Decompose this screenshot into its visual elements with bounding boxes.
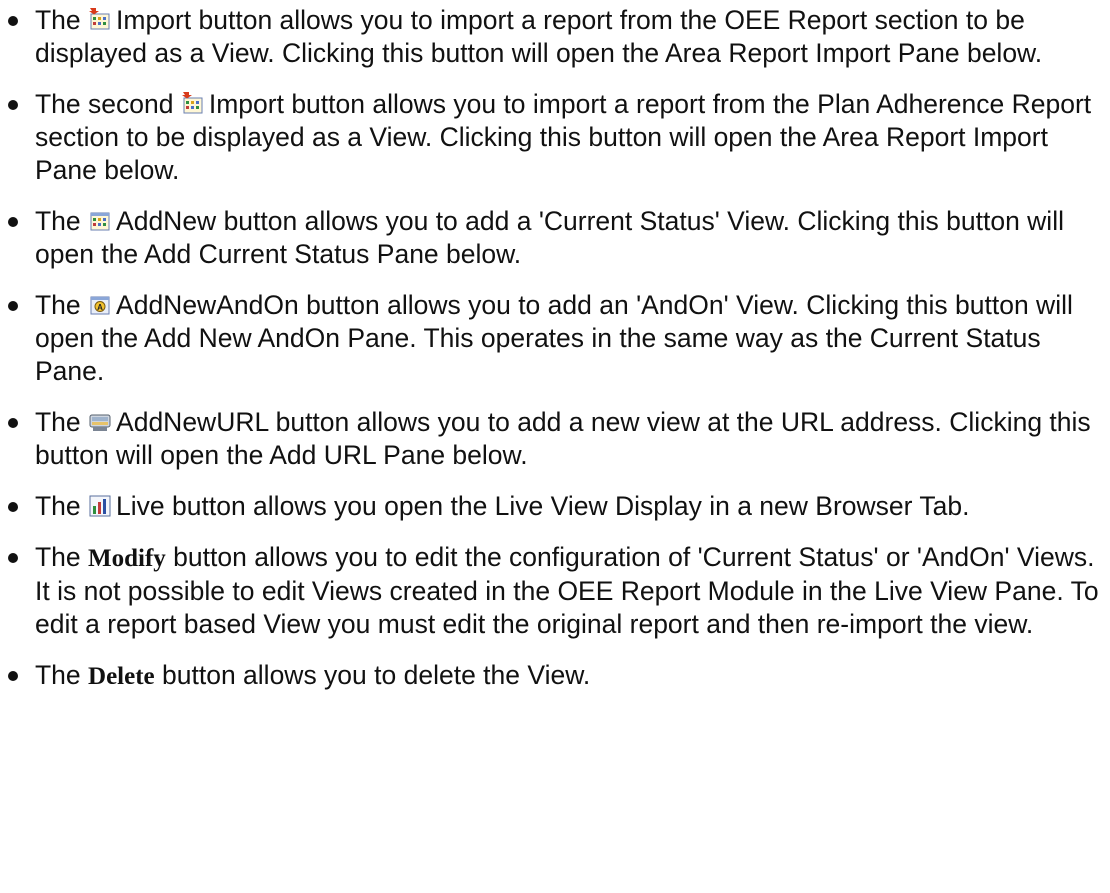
- list-item: The AddNew button allows you to add a 'C…: [0, 205, 1100, 271]
- item-intro: The: [35, 206, 89, 236]
- bullet-dot: [8, 100, 18, 110]
- button-name: Delete: [88, 663, 155, 690]
- add-new-url-icon: [88, 410, 112, 434]
- bullet-dot: [8, 16, 18, 26]
- item-description: button allows you open the Live View Dis…: [164, 491, 970, 521]
- item-description: button allows you to delete the View.: [154, 660, 591, 690]
- add-new-icon: [88, 209, 112, 233]
- bullet-dot: [8, 217, 18, 227]
- button-name: AddNewURL: [116, 407, 269, 437]
- button-name: Import: [208, 89, 284, 119]
- bullet-dot: [8, 553, 18, 563]
- item-intro: The: [35, 660, 89, 690]
- item-intro: The: [35, 290, 89, 320]
- bullet-dot: [8, 301, 18, 311]
- svg-text:A: A: [97, 303, 103, 312]
- item-intro: The: [35, 407, 89, 437]
- button-name: AddNewAndOn: [116, 290, 299, 320]
- button-description-list: The Import button allows you to import a…: [0, 4, 1100, 693]
- button-name: Import: [116, 5, 192, 35]
- import-icon: [88, 8, 112, 32]
- item-intro: The: [35, 542, 89, 572]
- button-name: AddNew: [116, 206, 217, 236]
- item-intro: The: [35, 5, 89, 35]
- list-item: The A AddNewAndOn button allows you to a…: [0, 289, 1100, 388]
- import-icon: [181, 92, 205, 116]
- bullet-dot: [8, 671, 18, 681]
- list-item: The Modify button allows you to edit the…: [0, 541, 1100, 641]
- item-intro: The second: [35, 89, 181, 119]
- bullet-dot: [8, 418, 18, 428]
- list-item: The AddNewURL button allows you to add a…: [0, 406, 1100, 472]
- list-item: The Live button allows you open the Live…: [0, 490, 1100, 523]
- item-intro: The: [35, 491, 89, 521]
- button-name: Live: [116, 491, 165, 521]
- add-new-andon-icon: A: [88, 293, 112, 317]
- live-chart-icon: [88, 494, 112, 518]
- help-page: The Import button allows you to import a…: [0, 0, 1110, 893]
- bullet-dot: [8, 502, 18, 512]
- item-description: button allows you to edit the configurat…: [35, 542, 1099, 639]
- list-item: The Import button allows you to import a…: [0, 4, 1100, 70]
- list-item: The Delete button allows you to delete t…: [0, 659, 1100, 693]
- list-item: The second Import button allows you to i…: [0, 88, 1100, 187]
- button-name: Modify: [88, 545, 166, 572]
